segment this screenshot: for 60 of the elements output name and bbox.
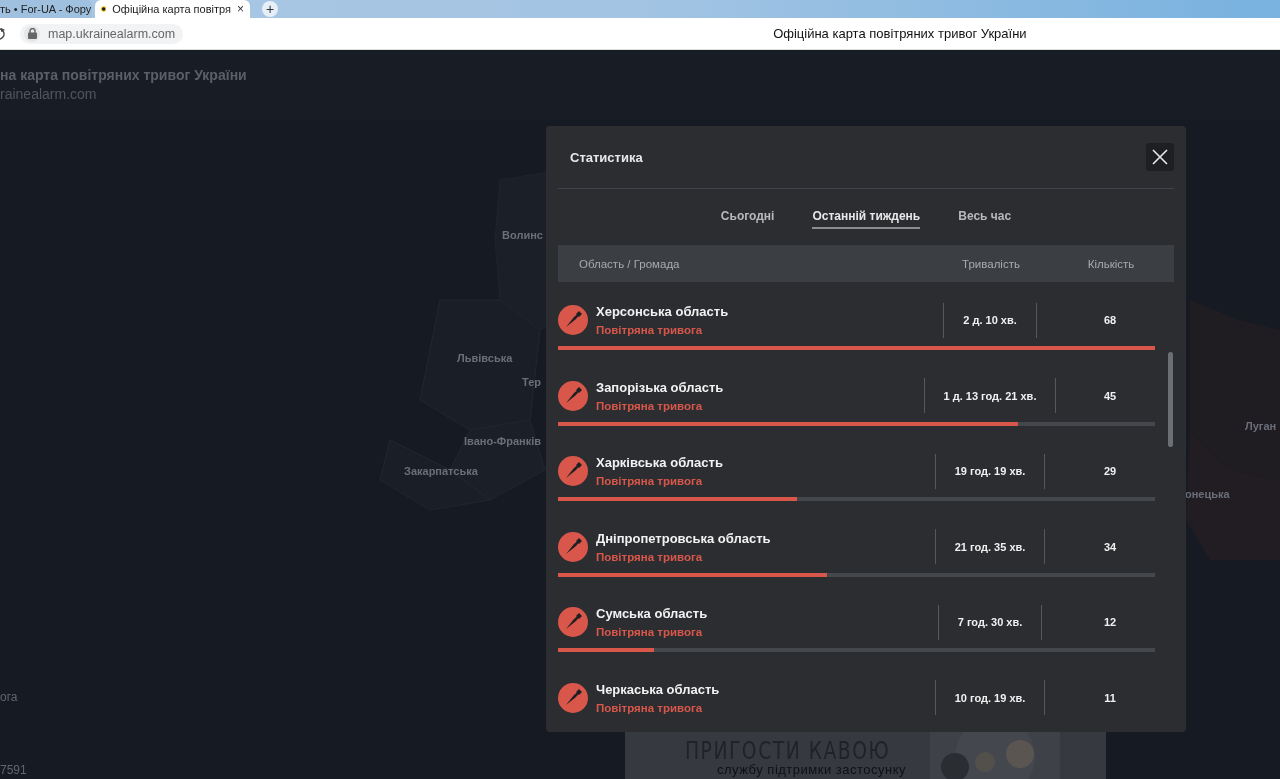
duration-cell: 2 д. 10 хв. bbox=[943, 302, 1037, 338]
page-title: Офіційна карта повітряних тривог України bbox=[773, 26, 1027, 41]
browser-tab[interactable]: ть • For-UA - Фору bbox=[0, 0, 92, 18]
alert-status: Повітряна тривога bbox=[596, 475, 704, 487]
scrollbar[interactable] bbox=[1168, 352, 1173, 447]
count-cell-text: 12 bbox=[1102, 616, 1118, 628]
duration-cell: 19 год. 19 хв. bbox=[934, 453, 1046, 489]
shield-icon bbox=[101, 3, 107, 15]
duration-cell: 1 д. 13 год. 21 хв. bbox=[923, 378, 1057, 413]
region-name: Сумська область bbox=[596, 606, 709, 621]
side-text: ога bbox=[0, 690, 18, 704]
rocket-icon bbox=[558, 682, 588, 713]
region-name: Херсонська область bbox=[596, 304, 730, 319]
reload-icon[interactable] bbox=[0, 26, 6, 41]
side-text: 7591 bbox=[0, 763, 27, 777]
duration-cell: 21 год. 35 хв. bbox=[934, 529, 1046, 564]
region-label: Волинс bbox=[502, 229, 543, 241]
close-button[interactable] bbox=[1146, 143, 1174, 171]
duration-cell: 10 год. 19 хв. bbox=[934, 680, 1046, 715]
address-bar[interactable]: map.ukrainealarm.com bbox=[20, 23, 184, 44]
alert-status: Повітряна тривога bbox=[596, 626, 704, 638]
region-name: Черкаська область bbox=[596, 681, 721, 697]
count-cell-text: 11 bbox=[1103, 691, 1117, 704]
alert-status: Повітряна тривога bbox=[596, 550, 704, 563]
column-header: Тривалість bbox=[961, 257, 1021, 270]
new-tab-button[interactable]: + bbox=[262, 1, 278, 17]
tab-close[interactable]: × bbox=[237, 2, 244, 16]
alert-status: Повітряна тривога bbox=[596, 701, 704, 714]
close-icon bbox=[1152, 149, 1168, 165]
alert-status: Повітряна тривога bbox=[596, 399, 704, 412]
region-label: Тер bbox=[522, 376, 541, 388]
region-label: Закарпатська bbox=[404, 465, 478, 477]
period-tab[interactable]: Останній тиждень bbox=[812, 205, 921, 229]
region-name: Харківська область bbox=[596, 455, 724, 470]
region-name: Запорізька область bbox=[596, 379, 725, 395]
duration-cell: 7 год. 30 хв. bbox=[937, 604, 1043, 640]
region-label: Луган bbox=[1245, 420, 1277, 432]
period-tab[interactable]: Сьогодні bbox=[720, 205, 775, 229]
region-label: Івано-Франків bbox=[464, 435, 541, 447]
region-name: Дніпропетровська область bbox=[596, 530, 772, 546]
rocket-icon bbox=[558, 531, 588, 562]
region-label: онецька bbox=[1185, 488, 1230, 500]
alert-status: Повітряна тривога bbox=[596, 324, 704, 336]
count-cell-text: 68 bbox=[1102, 314, 1118, 326]
rocket-icon bbox=[558, 305, 588, 335]
browser-tab[interactable]: Офіційна карта повітря × bbox=[95, 0, 250, 18]
rocket-icon bbox=[558, 456, 588, 486]
rocket-icon bbox=[558, 380, 588, 411]
column-header: Область / Громада bbox=[579, 257, 681, 270]
count-cell-text: 45 bbox=[1102, 389, 1118, 402]
count-cell-text: 34 bbox=[1102, 540, 1118, 553]
region-label: Львівська bbox=[457, 352, 513, 364]
site-url: rainealarm.com bbox=[0, 86, 98, 102]
rocket-icon bbox=[558, 607, 588, 637]
period-tab[interactable]: Весь час bbox=[958, 205, 1012, 229]
count-cell-text: 29 bbox=[1102, 465, 1118, 477]
lock-icon bbox=[27, 28, 37, 39]
dialog-title: Статистика bbox=[570, 149, 643, 165]
site-title: на карта повітряних тривог України bbox=[0, 67, 248, 83]
column-header: Кількість bbox=[1086, 257, 1136, 270]
